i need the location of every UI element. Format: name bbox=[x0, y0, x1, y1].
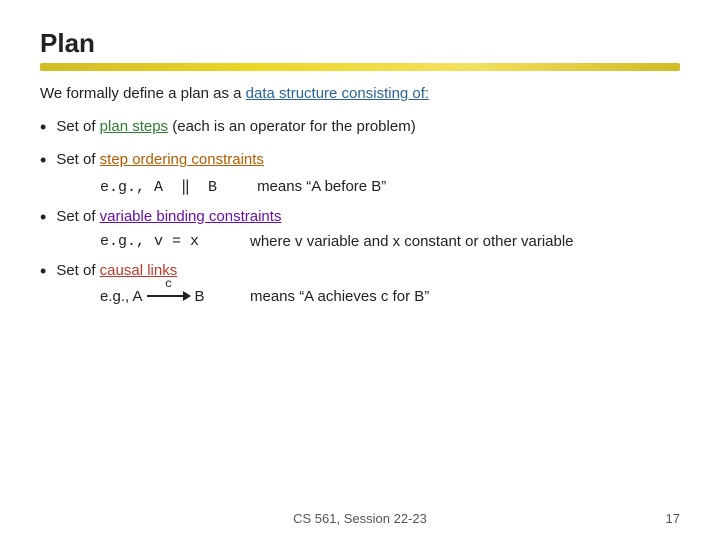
bullet-row: • Set of causal links bbox=[40, 260, 680, 283]
list-item: • Set of step ordering constraints e.g.,… bbox=[40, 149, 680, 195]
title-underline bbox=[40, 63, 680, 71]
bullet-text: Set of variable binding constraints bbox=[56, 206, 281, 227]
title-area: Plan bbox=[40, 28, 680, 71]
example-row: e.g., A ‖ B means “A before B” bbox=[100, 177, 680, 196]
bullet-text: Set of step ordering constraints bbox=[56, 149, 264, 170]
highlight-binding: variable binding constraints bbox=[100, 208, 282, 225]
causal-meaning: means “A achieves c for B” bbox=[250, 288, 429, 305]
list-item: • Set of causal links e.g., A c B means … bbox=[40, 260, 680, 304]
bullet-dot: • bbox=[40, 206, 46, 229]
intro-highlight: data structure consisting of: bbox=[246, 85, 429, 102]
bullet-row: • Set of variable binding constraints bbox=[40, 206, 680, 229]
bullet-text: Set of causal links bbox=[56, 260, 177, 281]
highlight-ordering: step ordering constraints bbox=[100, 151, 264, 168]
intro-prefix: We formally define a plan as a bbox=[40, 85, 246, 102]
causal-expr: e.g., A c B bbox=[100, 288, 210, 305]
causal-example-row: e.g., A c B means “A achieves c for B” bbox=[100, 288, 680, 305]
bullet-dot: • bbox=[40, 149, 46, 172]
slide: Plan We formally define a plan as a data… bbox=[0, 0, 720, 540]
intro-text: We formally define a plan as a data stru… bbox=[40, 85, 680, 102]
slide-title: Plan bbox=[40, 28, 680, 59]
footer-page: 17 bbox=[666, 511, 680, 526]
causal-arrow: c bbox=[147, 291, 191, 301]
bullet-dot: • bbox=[40, 260, 46, 283]
footer-center: CS 561, Session 22-23 bbox=[293, 511, 427, 526]
causal-arrowhead bbox=[183, 291, 191, 301]
example-expr: e.g., A ‖ B bbox=[100, 177, 217, 196]
example-expr: e.g., v = x bbox=[100, 233, 210, 250]
example-row: e.g., v = x where v variable and x const… bbox=[100, 233, 680, 250]
highlight-plan-steps: plan steps bbox=[100, 118, 168, 135]
footer: CS 561, Session 22-23 bbox=[0, 511, 720, 526]
bullet-row: • Set of plan steps (each is an operator… bbox=[40, 116, 680, 139]
bullet-dot: • bbox=[40, 116, 46, 139]
causal-line bbox=[147, 295, 183, 297]
bullet-text: Set of plan steps (each is an operator f… bbox=[56, 116, 415, 137]
list-item: • Set of plan steps (each is an operator… bbox=[40, 116, 680, 139]
list-item: • Set of variable binding constraints e.… bbox=[40, 206, 680, 250]
bullet-list: • Set of plan steps (each is an operator… bbox=[40, 116, 680, 305]
example-meaning: where v variable and x constant or other… bbox=[250, 233, 574, 250]
example-meaning: means “A before B” bbox=[257, 178, 386, 195]
causal-label: c bbox=[165, 277, 172, 291]
bullet-row: • Set of step ordering constraints bbox=[40, 149, 680, 172]
